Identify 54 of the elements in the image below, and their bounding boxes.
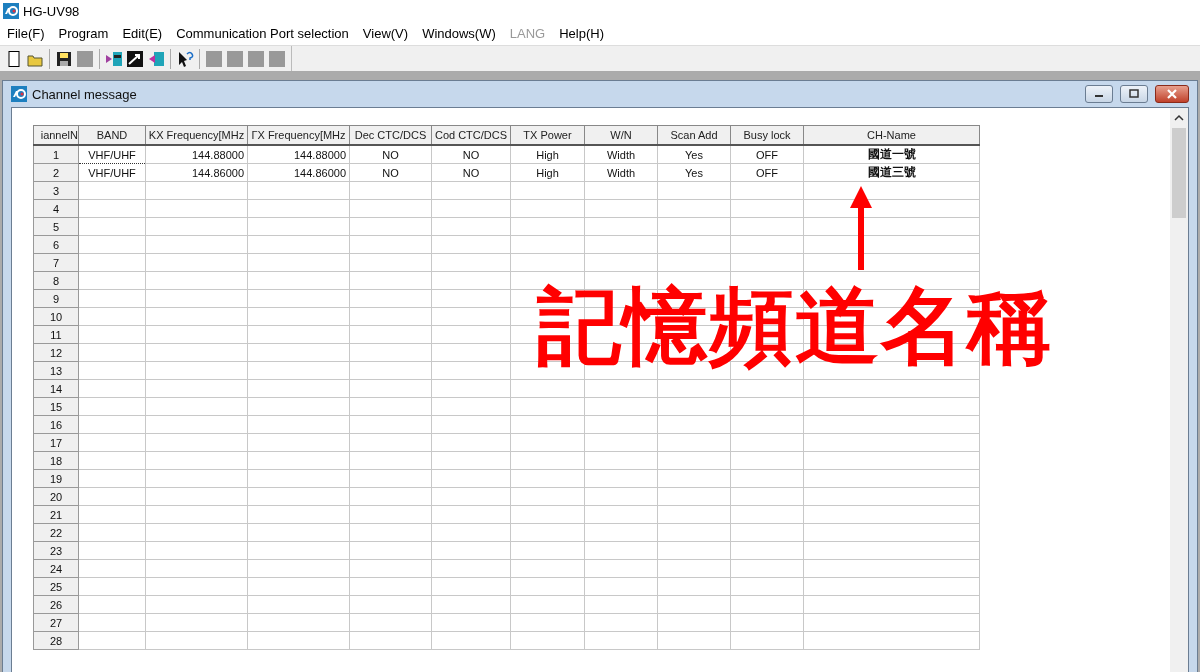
channel-name-cell: 國道一號 [803,145,980,164]
scroll-thumb[interactable] [1172,128,1186,218]
table-cell: Width [584,163,658,182]
menu-item[interactable]: Help(H) [552,26,611,41]
arrow-from-device-icon[interactable] [147,49,165,68]
column-header[interactable]: TX Power [510,125,585,145]
child-window-title: Channel message [32,86,137,102]
menu-item[interactable]: File(F) [0,26,52,41]
arrow-into-device-icon[interactable] [105,49,123,68]
close-button[interactable] [1155,85,1189,103]
table-cell: NO [349,145,432,164]
table-cell: 144.86000 [247,163,350,182]
table-cell: OFF [730,163,804,182]
vertical-scrollbar[interactable] [1170,108,1188,672]
menu-item[interactable]: Windows(W) [415,26,503,41]
menu-item[interactable]: Edit(E) [115,26,170,41]
column-header[interactable]: Dec CTC/DCS [349,125,432,145]
app-logo-icon [3,3,19,19]
annotation-text: 記憶頻道名稱 [537,276,1053,377]
new-file-icon[interactable] [5,49,23,68]
column-header[interactable]: Scan Add [657,125,731,145]
menu-item[interactable]: Program [51,26,116,41]
column-header[interactable]: BAND [78,125,146,145]
floppy-disk-icon[interactable] [55,49,73,68]
table-cell: 144.88000 [247,145,350,164]
table-cell: Width [584,145,658,164]
column-header[interactable]: iannelN [33,125,79,145]
table-cell: High [510,163,585,182]
table-cell: High [510,145,585,164]
column-header[interactable]: CH-Name [803,125,980,145]
table-cell: NO [349,163,432,182]
table-cell: OFF [730,145,804,164]
diagonal-arrow-icon[interactable] [126,49,144,68]
table-cell: 144.88000 [145,145,248,164]
table-cell: Yes [657,163,731,182]
column-header[interactable]: W/N [584,125,658,145]
close-icon [1166,89,1178,99]
column-header[interactable]: Cod CTC/DCS [431,125,511,145]
menu-item[interactable]: Communication Port selection [169,26,356,41]
window-logo-icon [11,86,27,102]
column-header[interactable]: Busy lock [730,125,804,145]
table-cell: NO [431,145,511,164]
window-title: HG-UV98 [23,3,80,19]
column-header[interactable]: ΓX Frequency[MHz [247,125,350,145]
column-header[interactable]: ΚX Frequency[MHz [145,125,248,145]
channel-name-cell: 國道三號 [803,163,980,182]
table-cell: 144.86000 [145,163,248,182]
restore-button[interactable] [1120,85,1148,103]
table-cell: NO [431,163,511,182]
minimize-button[interactable] [1085,85,1113,103]
restore-icon [1128,89,1140,99]
table-cell: Yes [657,145,731,164]
cursor-question-icon[interactable] [176,49,194,68]
menu-item[interactable]: View(V) [355,26,416,41]
